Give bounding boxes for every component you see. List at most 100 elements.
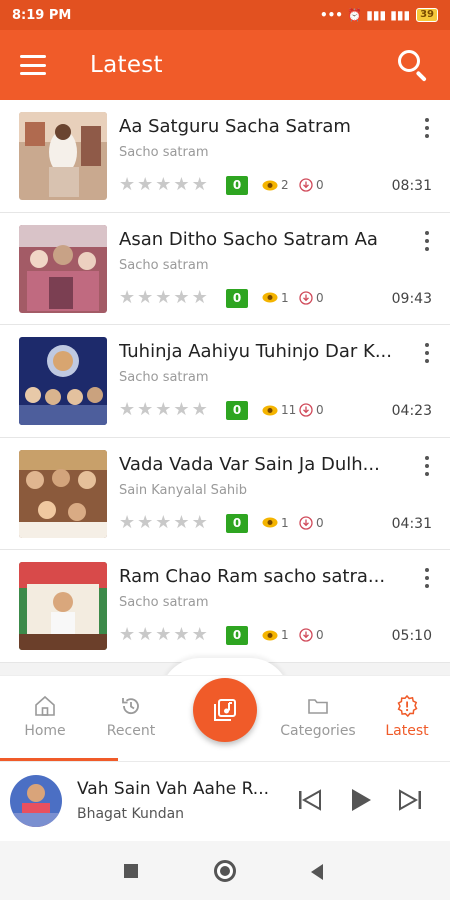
star-icon: ★ [155,624,172,645]
downloads-value: 0 [316,290,324,305]
music-library-icon [214,699,236,721]
rating-badge: 0 [226,401,248,420]
song-artist: Sain Kanyalal Sahib [119,482,248,498]
song-title: Aa Satguru Sacha Satram [119,116,351,137]
status-bar: 8:19 PM ••• ⏰ ▮▮▮ ▮▮▮ 39 [0,0,450,30]
list-item[interactable]: Aa Satguru Sacha Satram Sacho satram ★ ★ ★… [0,100,450,213]
rating-stars[interactable]: ★ ★ ★ ★ ★ [119,401,208,419]
folder-icon [308,699,328,714]
mini-player[interactable]: Vah Sain Vah Aahe R... Bhagat Kundan [0,761,450,841]
recents-icon[interactable] [124,864,138,878]
star-icon: ★ [137,624,154,645]
star-icon: ★ [191,399,208,420]
music-library-button[interactable] [193,678,257,742]
nav-recent[interactable]: Recent [86,694,176,739]
views-value: 11 [281,403,297,417]
star-icon: ★ [173,624,190,645]
home-icon [35,695,55,716]
eye-icon [262,630,278,640]
star-icon: ★ [137,511,154,533]
signal-icons: ••• ⏰ ▮▮▮ ▮▮▮ [319,8,411,22]
nav-latest[interactable]: Latest [362,694,450,739]
more-options-icon[interactable] [424,230,430,251]
song-thumbnail [19,112,107,200]
star-icon: ★ [137,174,154,195]
song-title: Tuhinja Aahiyu Tuhinjo Dar K... [119,341,392,362]
more-options-icon[interactable] [424,455,430,476]
eye-icon [262,180,278,190]
star-icon: ★ [155,286,172,308]
song-list: Aa Satguru Sacha Satram Sacho satram ★ ★ ★… [0,100,450,663]
views-count: 2 [262,178,289,192]
eye-icon [262,292,278,303]
views-count: 11 [262,403,296,417]
next-icon[interactable] [396,786,424,814]
song-title: Vada Vada Var Sain Ja Dulh... [119,453,380,475]
views-count: 1 [262,628,289,642]
page-title: Latest [90,52,163,78]
views-count: 1 [262,516,289,530]
star-icon: ★ [119,286,136,308]
nav-categories[interactable]: Categories [273,694,363,739]
system-nav-bar [0,841,450,900]
download-icon [299,290,313,305]
downloads-value: 0 [316,515,324,530]
nav-home-label: Home [24,723,66,739]
star-icon: ★ [119,624,136,645]
downloads-value: 0 [316,178,324,192]
more-options-icon[interactable] [424,118,430,138]
list-item[interactable]: Tuhinja Aahiyu Tuhinjo Dar K... Sacho sa… [0,325,450,438]
nav-categories-label: Categories [280,723,356,739]
home-circle-icon[interactable] [214,860,236,882]
song-duration: 08:31 [391,178,432,194]
views-value: 2 [281,178,289,192]
downloads-count: 0 [299,291,324,305]
list-item[interactable]: Ram Chao Ram sacho satra... Sacho satram… [0,550,450,663]
song-artist: Sacho satram [119,145,209,160]
star-icon: ★ [119,399,136,420]
downloads-count: 0 [299,516,324,530]
more-options-icon[interactable] [424,343,430,363]
player-title: Vah Sain Vah Aahe R... [77,779,270,799]
status-indicators: ••• ⏰ ▮▮▮ ▮▮▮ 39 [320,8,438,22]
eye-icon [262,405,278,415]
star-icon: ★ [119,174,136,195]
rating-badge: 0 [226,288,248,308]
rating-stars[interactable]: ★ ★ ★ ★ ★ [119,176,208,194]
song-thumbnail [19,562,107,650]
star-icon: ★ [191,174,208,195]
status-time: 8:19 PM [12,7,72,23]
rating-stars[interactable]: ★ ★ ★ ★ ★ [119,626,208,644]
rating-badge: 0 [226,513,248,533]
song-artist: Sacho satram [119,257,209,273]
play-icon[interactable] [346,786,374,814]
rating-badge: 0 [226,626,248,645]
star-icon: ★ [137,399,154,420]
search-icon[interactable] [396,48,430,82]
player-artwork [10,775,62,827]
more-options-icon[interactable] [424,568,430,588]
rating-stars[interactable]: ★ ★ ★ ★ ★ [119,511,208,533]
downloads-count: 0 [299,628,324,642]
list-item[interactable]: Asan Ditho Sacho Satram Aa Sacho satram … [0,212,450,325]
song-artist: Sacho satram [119,370,209,385]
views-count: 1 [262,291,289,305]
nav-home[interactable]: Home [0,694,90,739]
player-artist: Bhagat Kundan [77,806,185,822]
nav-latest-label: Latest [385,723,429,739]
download-icon [299,178,313,192]
list-item[interactable]: Vada Vada Var Sain Ja Dulh... Sain Kanya… [0,437,450,550]
back-icon[interactable] [311,864,323,880]
previous-icon[interactable] [296,786,324,814]
views-value: 1 [281,628,289,642]
song-thumbnail [19,337,107,425]
rating-stars[interactable]: ★ ★ ★ ★ ★ [119,286,208,308]
views-value: 1 [281,290,289,305]
star-icon: ★ [191,511,208,533]
latest-icon [397,694,418,718]
menu-icon[interactable] [20,55,46,75]
download-icon [299,515,313,530]
song-artist: Sacho satram [119,595,209,610]
song-title: Asan Ditho Sacho Satram Aa [119,228,378,250]
download-icon [299,628,313,642]
